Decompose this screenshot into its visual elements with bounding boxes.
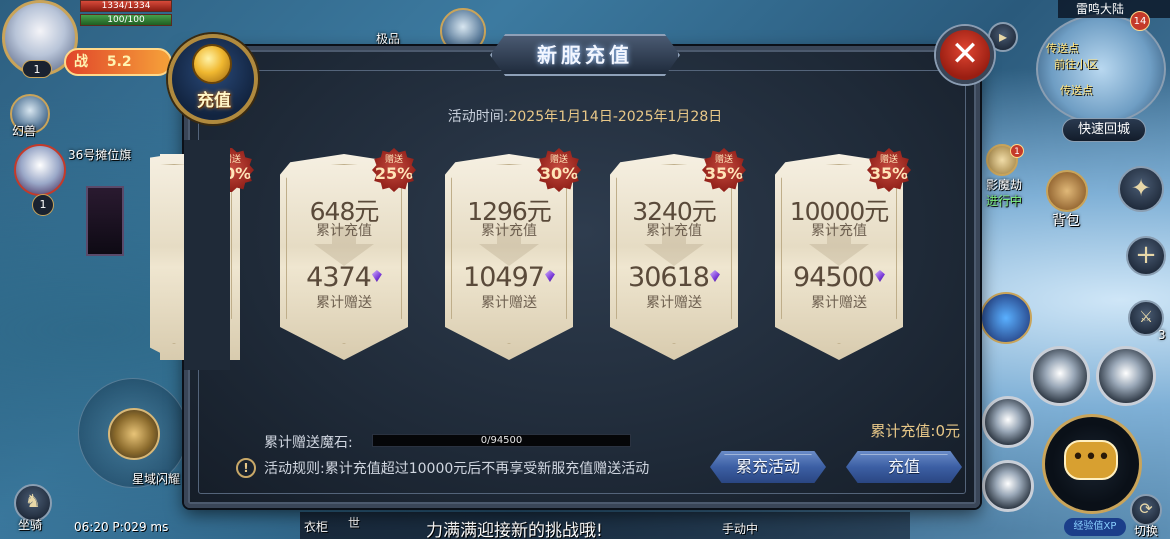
tier-gift: 30618 (610, 262, 738, 293)
combat-power-badge: 战 (74, 54, 88, 70)
chat-strip[interactable] (300, 512, 910, 539)
dialog-title: 新服充值 (490, 34, 680, 76)
map-name: 雷鸣大陆 (1058, 0, 1170, 18)
tier-gift: 10497 (445, 262, 573, 293)
mp-bar: 100/100 (80, 14, 172, 26)
magic-stone-icon (874, 270, 885, 282)
bonus-tag-percent: 30% (539, 164, 579, 183)
hp-bar: 1334/1334 (80, 0, 172, 12)
minimap-teleport-2[interactable]: 传送点 (1060, 82, 1093, 98)
tier-gift-value: 4374 (306, 262, 372, 293)
tier-amount-label: 累计充值 (316, 223, 372, 239)
guild-flag-label: 36号摊位旗 (68, 148, 132, 162)
bag-label: 背包 (1052, 213, 1080, 229)
expand-plus-icon[interactable]: + (1126, 236, 1166, 276)
shadow-event-label: 影魔劫 (986, 178, 1023, 192)
map-level-badge: 14 (1130, 11, 1150, 31)
auto-mode-status[interactable]: 手动中 (722, 520, 758, 537)
skill-slot-4-icon[interactable] (982, 460, 1034, 512)
switch-label: 切换 (1134, 524, 1159, 538)
time-status: 06:20 P:029 ms (74, 520, 169, 534)
tier-gift-value: 10497 (463, 262, 545, 293)
skill-slot-3-icon[interactable] (982, 396, 1034, 448)
combat-power-value: 5.2 (106, 54, 132, 70)
tier-gift-label: 累计赠送 (481, 295, 537, 311)
guild-banner (86, 186, 124, 256)
tier-amount-label: 累计充值 (811, 223, 867, 239)
bonus-tag-percent: 35% (869, 164, 909, 183)
chat-bubble-icon[interactable]: ••• (1064, 440, 1118, 480)
tier-gift: 94500 (775, 262, 903, 293)
recharge-button[interactable]: 充值 (846, 451, 962, 483)
star-label: 星域闪耀 (132, 472, 181, 486)
gift-progress-bar: 0/94500 (372, 434, 631, 447)
chat-message: 力满满迎接新的挑战哦! (426, 521, 603, 539)
magic-stone-icon (371, 270, 382, 282)
info-warning-icon: ! (236, 458, 256, 478)
shadow-event-status: 进行中 (986, 194, 1023, 208)
shadow-event-badge: 1 (1010, 144, 1024, 158)
tier-gift-label: 累计赠送 (811, 295, 867, 311)
world-channel-label[interactable]: 世 (348, 514, 360, 531)
minimap-teleport-1[interactable]: 传送点 (1046, 40, 1079, 56)
skill-charge-count: 3 (1158, 328, 1166, 342)
tier-gift-value: 94500 (793, 262, 875, 293)
tier-gift-value: 30618 (628, 262, 710, 293)
top-quality-label: 极品 (376, 32, 401, 46)
tier-gift: 4374 (280, 262, 408, 293)
close-icon: ✕ (950, 34, 980, 74)
tier-amount-label: 累计充值 (646, 223, 702, 239)
companion-level: 1 (32, 194, 54, 216)
magic-circle-icon[interactable] (980, 292, 1032, 344)
gold-coins-icon (192, 44, 232, 84)
combat-power: 战 5.2 (64, 48, 172, 76)
joystick-knob[interactable] (108, 408, 160, 460)
mount-label: 坐骑 (18, 518, 43, 532)
total-recharge-amount: 累计充值:0元 (870, 422, 960, 440)
close-button[interactable]: ✕ (936, 26, 994, 84)
pet-label: 幻兽 (12, 124, 37, 138)
bonus-tag-percent: 35% (704, 164, 744, 183)
quick-return-button[interactable]: 快速回城 (1062, 118, 1146, 142)
compass-star-icon[interactable]: ✦ (1118, 166, 1164, 212)
rules-text: 活动规则:累计充值超过10000元后不再享受新服充值赠送活动 (264, 461, 650, 477)
event-time: 活动时间:2025年1月14日-2025年1月28日 (380, 106, 790, 126)
tier-amount-label: 累计充值 (481, 223, 537, 239)
companion-avatar[interactable] (14, 144, 66, 196)
skill-slot-1-icon[interactable] (1030, 346, 1090, 406)
event-time-label: 活动时间: (447, 109, 509, 125)
gift-progress-label: 累计赠送魔石: (264, 435, 353, 451)
event-time-value: 2025年1月14日-2025年1月28日 (508, 109, 723, 125)
bonus-tag-percent: 25% (374, 164, 414, 183)
gift-progress-text: 0/94500 (480, 435, 523, 446)
scroll-mask (184, 140, 230, 370)
wardrobe-label[interactable]: 衣柜 (304, 518, 328, 535)
minimap-go-small[interactable]: 前往小区 (1054, 56, 1098, 72)
skill-slot-2-icon[interactable] (1096, 346, 1156, 406)
tier-gift-label: 累计赠送 (646, 295, 702, 311)
player-level-badge: 1 (22, 60, 52, 78)
xp-badge: 经验值XP (1064, 518, 1126, 536)
magic-stone-icon (544, 270, 555, 282)
tier-gift-label: 累计赠送 (316, 295, 372, 311)
magic-stone-icon (709, 270, 720, 282)
bag-icon[interactable] (1046, 170, 1088, 212)
coin-badge-label: 充值 (197, 91, 231, 111)
cumulative-event-button[interactable]: 累充活动 (710, 451, 826, 483)
